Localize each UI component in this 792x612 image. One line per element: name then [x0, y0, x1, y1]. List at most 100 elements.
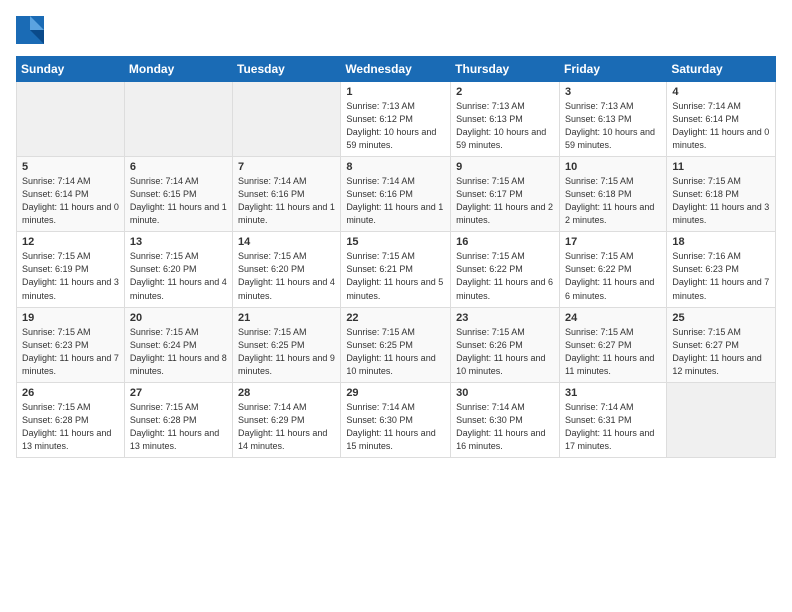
day-info: Sunrise: 7:15 AM Sunset: 6:28 PM Dayligh…	[22, 401, 119, 453]
calendar-cell: 18 Sunrise: 7:16 AM Sunset: 6:23 PM Dayli…	[667, 232, 776, 307]
day-info: Sunrise: 7:16 AM Sunset: 6:23 PM Dayligh…	[672, 250, 770, 302]
day-info: Sunrise: 7:15 AM Sunset: 6:28 PM Dayligh…	[130, 401, 227, 453]
calendar-cell: 23 Sunrise: 7:15 AM Sunset: 6:26 PM Dayli…	[451, 307, 560, 382]
day-info: Sunrise: 7:15 AM Sunset: 6:27 PM Dayligh…	[672, 326, 770, 378]
day-number: 17	[565, 236, 661, 248]
day-number: 18	[672, 236, 770, 248]
day-info: Sunrise: 7:14 AM Sunset: 6:16 PM Dayligh…	[238, 175, 335, 227]
calendar-cell	[17, 82, 125, 157]
day-info: Sunrise: 7:15 AM Sunset: 6:22 PM Dayligh…	[565, 250, 661, 302]
day-number: 11	[672, 161, 770, 173]
day-number: 20	[130, 312, 227, 324]
day-number: 21	[238, 312, 335, 324]
day-info: Sunrise: 7:15 AM Sunset: 6:21 PM Dayligh…	[346, 250, 445, 302]
calendar-cell: 6 Sunrise: 7:14 AM Sunset: 6:15 PM Daylig…	[124, 157, 232, 232]
calendar-cell: 10 Sunrise: 7:15 AM Sunset: 6:18 PM Dayli…	[559, 157, 666, 232]
day-info: Sunrise: 7:15 AM Sunset: 6:26 PM Dayligh…	[456, 326, 554, 378]
calendar-cell: 12 Sunrise: 7:15 AM Sunset: 6:19 PM Dayli…	[17, 232, 125, 307]
day-header-sunday: Sunday	[17, 57, 125, 82]
day-number: 10	[565, 161, 661, 173]
day-info: Sunrise: 7:15 AM Sunset: 6:19 PM Dayligh…	[22, 250, 119, 302]
calendar-cell	[233, 82, 341, 157]
calendar-cell: 1 Sunrise: 7:13 AM Sunset: 6:12 PM Daylig…	[341, 82, 451, 157]
day-info: Sunrise: 7:15 AM Sunset: 6:20 PM Dayligh…	[130, 250, 227, 302]
day-number: 30	[456, 387, 554, 399]
day-number: 3	[565, 86, 661, 98]
calendar-cell: 26 Sunrise: 7:15 AM Sunset: 6:28 PM Dayli…	[17, 382, 125, 457]
day-info: Sunrise: 7:15 AM Sunset: 6:25 PM Dayligh…	[346, 326, 445, 378]
calendar-cell	[667, 382, 776, 457]
calendar-cell: 13 Sunrise: 7:15 AM Sunset: 6:20 PM Dayli…	[124, 232, 232, 307]
calendar-week-row: 5 Sunrise: 7:14 AM Sunset: 6:14 PM Daylig…	[17, 157, 776, 232]
calendar-cell: 28 Sunrise: 7:14 AM Sunset: 6:29 PM Dayli…	[233, 382, 341, 457]
calendar-cell: 29 Sunrise: 7:14 AM Sunset: 6:30 PM Dayli…	[341, 382, 451, 457]
day-number: 29	[346, 387, 445, 399]
day-info: Sunrise: 7:15 AM Sunset: 6:23 PM Dayligh…	[22, 326, 119, 378]
day-info: Sunrise: 7:14 AM Sunset: 6:15 PM Dayligh…	[130, 175, 227, 227]
day-number: 28	[238, 387, 335, 399]
day-number: 24	[565, 312, 661, 324]
calendar-cell: 4Sunrise: 7:14 AM Sunset: 6:14 PM Daylig…	[667, 82, 776, 157]
day-number: 26	[22, 387, 119, 399]
day-number: 31	[565, 387, 661, 399]
day-number: 9	[456, 161, 554, 173]
day-info: Sunrise: 7:15 AM Sunset: 6:25 PM Dayligh…	[238, 326, 335, 378]
day-header-thursday: Thursday	[451, 57, 560, 82]
day-number: 2	[456, 86, 554, 98]
calendar-cell: 15 Sunrise: 7:15 AM Sunset: 6:21 PM Dayli…	[341, 232, 451, 307]
day-info: Sunrise: 7:14 AM Sunset: 6:14 PM Dayligh…	[22, 175, 119, 227]
day-number: 16	[456, 236, 554, 248]
day-number: 7	[238, 161, 335, 173]
day-info: Sunrise: 7:14 AM Sunset: 6:29 PM Dayligh…	[238, 401, 335, 453]
calendar-cell	[124, 82, 232, 157]
day-info: Sunrise: 7:14 AM Sunset: 6:30 PM Dayligh…	[346, 401, 445, 453]
calendar-cell: 27 Sunrise: 7:15 AM Sunset: 6:28 PM Dayli…	[124, 382, 232, 457]
day-header-wednesday: Wednesday	[341, 57, 451, 82]
calendar-cell: 9 Sunrise: 7:15 AM Sunset: 6:17 PM Daylig…	[451, 157, 560, 232]
day-info: Sunrise: 7:15 AM Sunset: 6:17 PM Dayligh…	[456, 175, 554, 227]
calendar-cell: 2 Sunrise: 7:13 AM Sunset: 6:13 PM Daylig…	[451, 82, 560, 157]
day-info: Sunrise: 7:14 AM Sunset: 6:30 PM Dayligh…	[456, 401, 554, 453]
day-info: Sunrise: 7:14 AM Sunset: 6:16 PM Dayligh…	[346, 175, 445, 227]
day-number: 12	[22, 236, 119, 248]
day-number: 6	[130, 161, 227, 173]
calendar-cell: 16Sunrise: 7:15 AM Sunset: 6:22 PM Dayli…	[451, 232, 560, 307]
calendar-table: SundayMondayTuesdayWednesdayThursdayFrid…	[16, 56, 776, 458]
day-info: Sunrise: 7:14 AM Sunset: 6:14 PM Dayligh…	[672, 100, 770, 152]
day-number: 23	[456, 312, 554, 324]
calendar-cell: 31 Sunrise: 7:14 AM Sunset: 6:31 PM Dayli…	[559, 382, 666, 457]
calendar-week-row: 26 Sunrise: 7:15 AM Sunset: 6:28 PM Dayli…	[17, 382, 776, 457]
day-number: 13	[130, 236, 227, 248]
day-info: Sunrise: 7:13 AM Sunset: 6:13 PM Dayligh…	[565, 100, 661, 152]
calendar-cell: 8 Sunrise: 7:14 AM Sunset: 6:16 PM Daylig…	[341, 157, 451, 232]
day-info: Sunrise: 7:14 AM Sunset: 6:31 PM Dayligh…	[565, 401, 661, 453]
calendar-cell: 21 Sunrise: 7:15 AM Sunset: 6:25 PM Dayli…	[233, 307, 341, 382]
calendar-cell: 11Sunrise: 7:15 AM Sunset: 6:18 PM Dayli…	[667, 157, 776, 232]
day-number: 15	[346, 236, 445, 248]
calendar-cell: 5 Sunrise: 7:14 AM Sunset: 6:14 PM Daylig…	[17, 157, 125, 232]
day-info: Sunrise: 7:15 AM Sunset: 6:20 PM Dayligh…	[238, 250, 335, 302]
logo	[16, 16, 46, 44]
calendar-week-row: 1 Sunrise: 7:13 AM Sunset: 6:12 PM Daylig…	[17, 82, 776, 157]
day-info: Sunrise: 7:15 AM Sunset: 6:24 PM Dayligh…	[130, 326, 227, 378]
calendar-cell: 24Sunrise: 7:15 AM Sunset: 6:27 PM Dayli…	[559, 307, 666, 382]
day-header-tuesday: Tuesday	[233, 57, 341, 82]
calendar-cell: 7 Sunrise: 7:14 AM Sunset: 6:16 PM Daylig…	[233, 157, 341, 232]
day-number: 1	[346, 86, 445, 98]
calendar-cell: 20 Sunrise: 7:15 AM Sunset: 6:24 PM Dayli…	[124, 307, 232, 382]
calendar-header-row: SundayMondayTuesdayWednesdayThursdayFrid…	[17, 57, 776, 82]
day-info: Sunrise: 7:13 AM Sunset: 6:12 PM Dayligh…	[346, 100, 445, 152]
calendar-week-row: 12 Sunrise: 7:15 AM Sunset: 6:19 PM Dayli…	[17, 232, 776, 307]
day-info: Sunrise: 7:13 AM Sunset: 6:13 PM Dayligh…	[456, 100, 554, 152]
day-number: 8	[346, 161, 445, 173]
day-header-monday: Monday	[124, 57, 232, 82]
logo-icon	[16, 16, 44, 44]
calendar-week-row: 19Sunrise: 7:15 AM Sunset: 6:23 PM Dayli…	[17, 307, 776, 382]
calendar-cell: 25Sunrise: 7:15 AM Sunset: 6:27 PM Dayli…	[667, 307, 776, 382]
calendar-cell: 17 Sunrise: 7:15 AM Sunset: 6:22 PM Dayli…	[559, 232, 666, 307]
day-info: Sunrise: 7:15 AM Sunset: 6:18 PM Dayligh…	[565, 175, 661, 227]
day-number: 27	[130, 387, 227, 399]
day-number: 22	[346, 312, 445, 324]
calendar-cell: 30 Sunrise: 7:14 AM Sunset: 6:30 PM Dayli…	[451, 382, 560, 457]
day-number: 5	[22, 161, 119, 173]
